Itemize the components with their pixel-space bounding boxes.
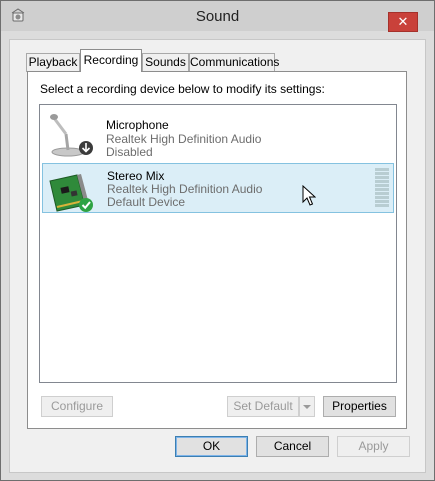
mouse-cursor-icon — [302, 185, 316, 206]
device-driver: Realtek High Definition Audio — [107, 182, 263, 196]
sound-dialog: Sound ✕ Playback Recording Sounds Commun… — [0, 0, 435, 481]
title-bar[interactable]: Sound — [1, 1, 434, 31]
instructions-text: Select a recording device below to modif… — [40, 82, 325, 96]
cancel-button[interactable]: Cancel — [256, 436, 329, 457]
tab-communications[interactable]: Communications — [189, 53, 279, 72]
apply-button[interactable]: Apply — [337, 436, 410, 457]
device-status: Disabled — [106, 145, 153, 159]
device-status: Default Device — [107, 195, 186, 209]
device-name: Microphone — [106, 118, 169, 132]
ok-button[interactable]: OK — [175, 436, 248, 457]
level-meter — [375, 168, 389, 207]
device-driver: Realtek High Definition Audio — [106, 132, 262, 146]
tab-playback[interactable]: Playback — [26, 53, 80, 72]
device-item-microphone[interactable]: Microphone Realtek High Definition Audio… — [42, 109, 394, 159]
sound-card-icon — [49, 174, 93, 212]
set-default-dropdown[interactable] — [299, 396, 315, 417]
microphone-icon — [50, 114, 93, 157]
device-item-stereo-mix[interactable]: Stereo Mix Realtek High Definition Audio… — [42, 163, 394, 213]
tab-sounds[interactable]: Sounds — [142, 53, 189, 72]
configure-button[interactable]: Configure — [41, 396, 113, 417]
device-name: Stereo Mix — [107, 169, 165, 183]
device-list[interactable]: Microphone Realtek High Definition Audio… — [39, 104, 397, 383]
close-button[interactable]: ✕ — [388, 12, 418, 32]
properties-button[interactable]: Properties — [323, 396, 396, 417]
window-title: Sound — [195, 8, 240, 25]
close-icon: ✕ — [397, 14, 409, 29]
chevron-down-icon — [303, 405, 311, 409]
tab-recording[interactable]: Recording — [80, 49, 142, 72]
set-default-button[interactable]: Set Default — [227, 396, 299, 417]
